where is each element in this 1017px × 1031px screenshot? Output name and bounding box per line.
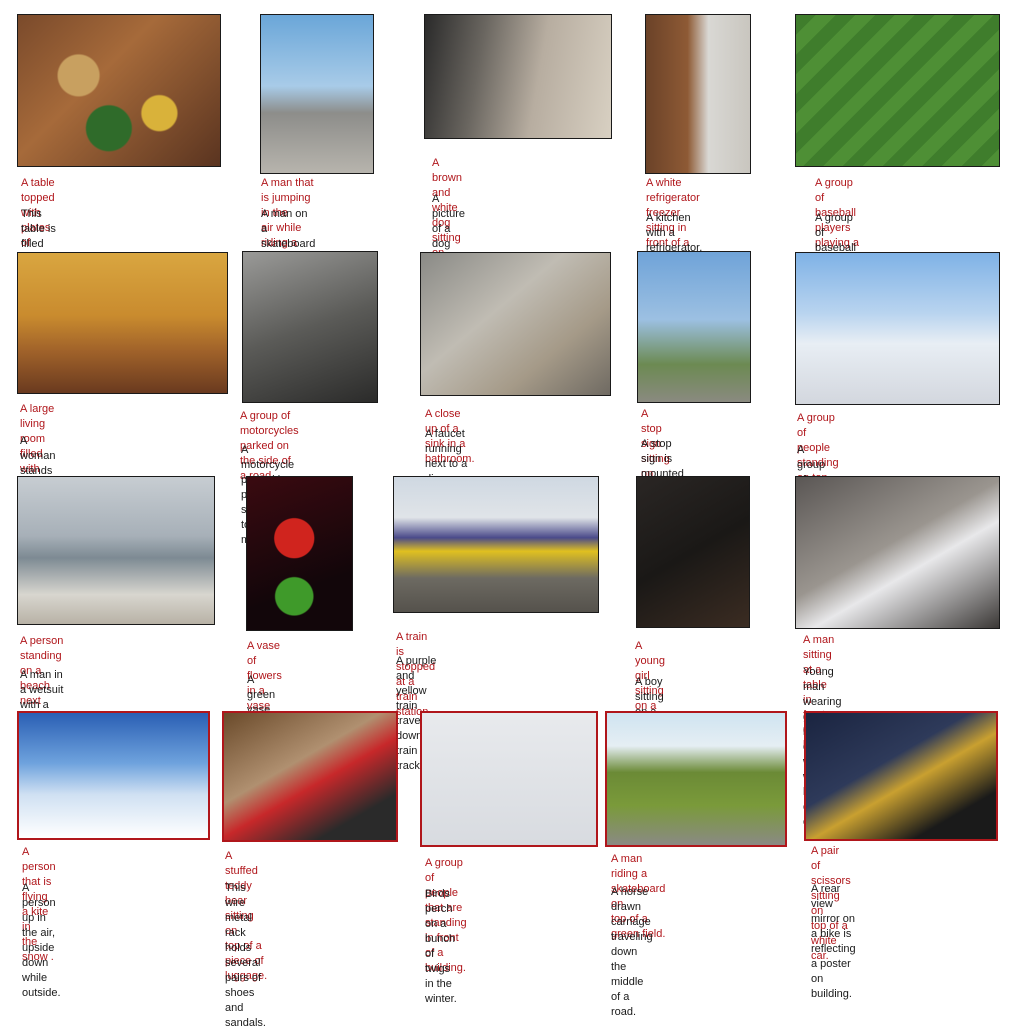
photo-horse-carriage — [605, 711, 787, 847]
photo-food-table — [17, 14, 221, 167]
photo-ski-group — [795, 252, 1000, 405]
ground-truth-caption: A person up in the air, upside down whil… — [22, 882, 61, 999]
ground-truth-caption: A rear view mirror on a bike is reflecti… — [811, 883, 856, 1000]
photo-living-room — [17, 252, 228, 394]
photo-train — [393, 476, 599, 613]
photo-dog-street — [424, 14, 612, 139]
photo-skateboarder — [260, 14, 374, 174]
photo-laptops — [795, 476, 1000, 629]
photo-sink — [420, 252, 611, 396]
photo-shoe-rack — [222, 711, 398, 842]
photo-stop-sign — [637, 251, 751, 403]
ground-truth-caption: A horse drawn carriage traveling down th… — [611, 886, 653, 1018]
photo-child-teddy — [636, 476, 750, 628]
photo-birds-twigs — [420, 711, 598, 847]
photo-motorcycles — [242, 251, 378, 403]
photo-baseball — [795, 14, 1000, 167]
ground-truth-caption: Birds perch on a bunch of twigs in the w… — [425, 888, 457, 1005]
photo-kitchen — [645, 14, 751, 174]
photo-snowboarder — [17, 711, 210, 840]
photo-mirror — [804, 711, 998, 841]
ground-truth-caption: This wire metal rack holds several pairs… — [225, 882, 266, 1029]
photo-surfer-beach — [17, 476, 215, 625]
photo-vase-flowers — [246, 476, 353, 631]
